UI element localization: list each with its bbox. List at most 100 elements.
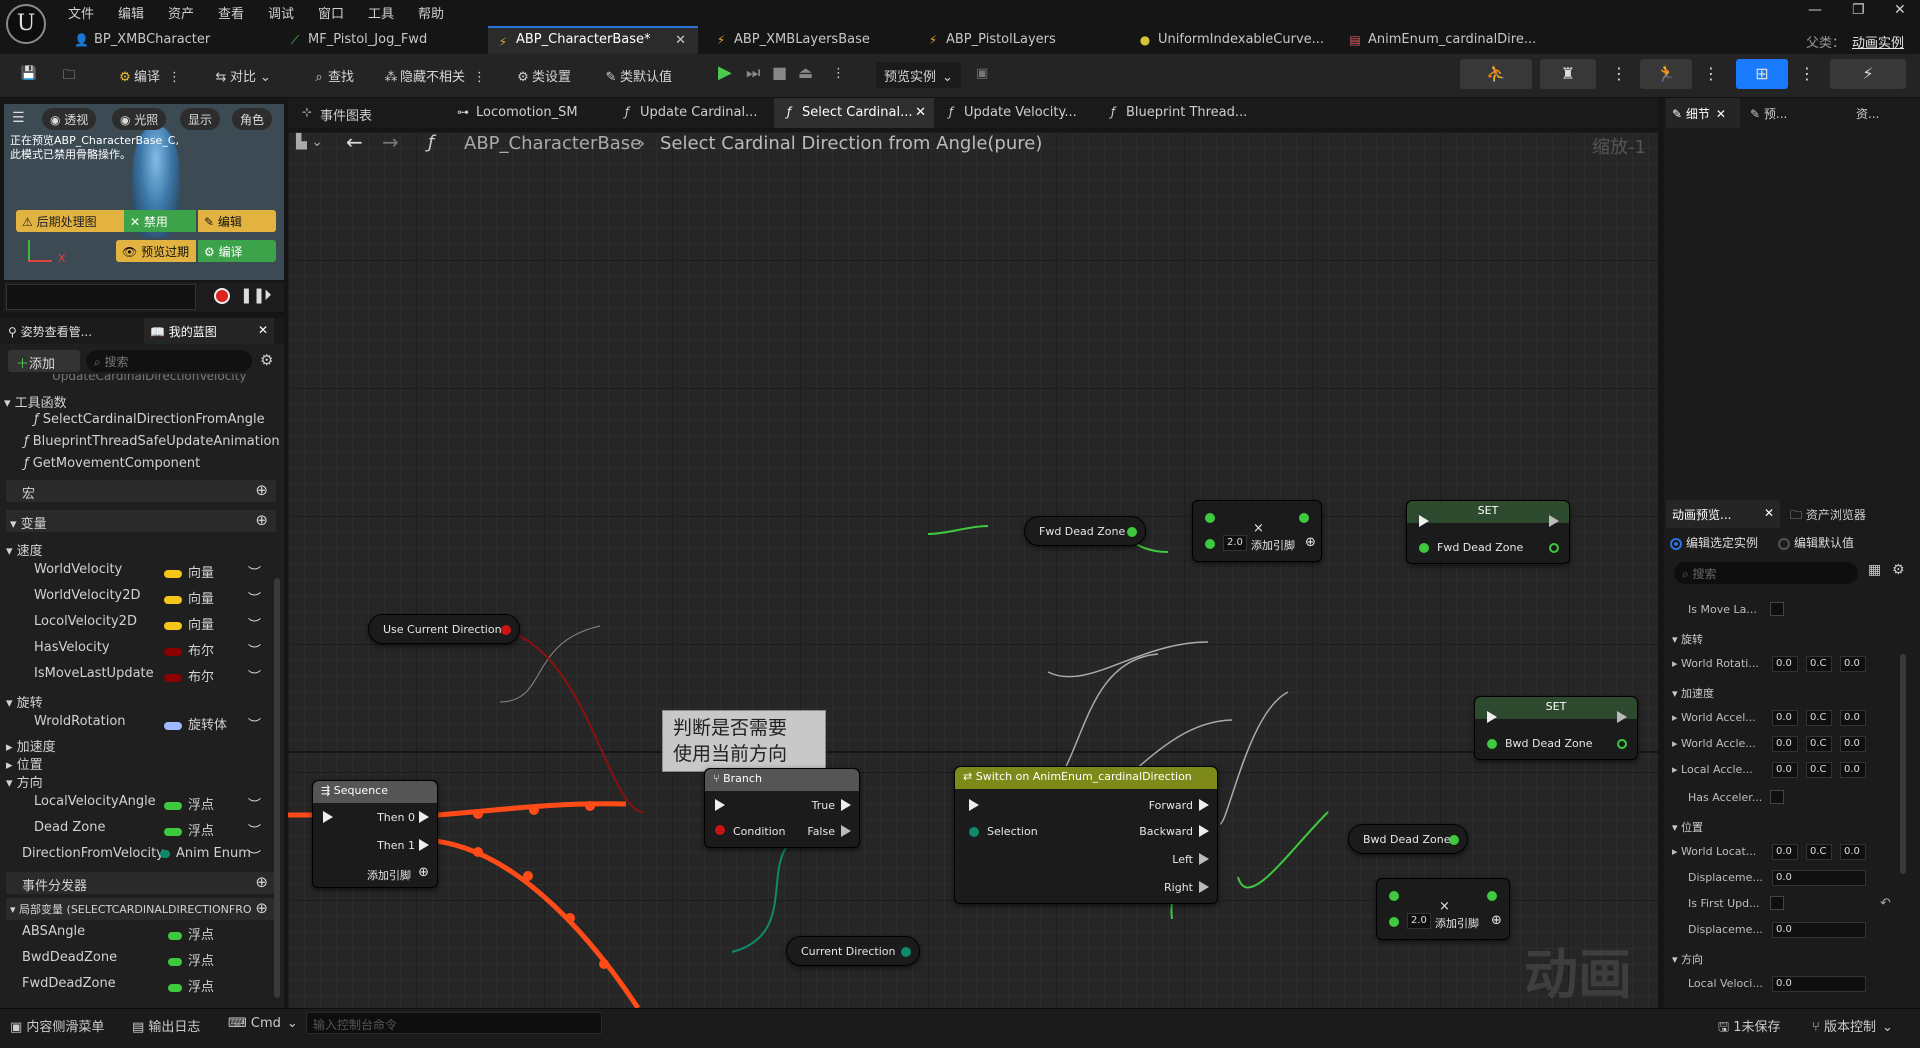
add-button[interactable]: ＋添加	[8, 350, 80, 372]
category-rotation[interactable]: ▾ 旋转	[6, 692, 276, 714]
accel2d-y-input[interactable]: 0.C	[1806, 736, 1832, 752]
left-panel-scrollbar[interactable]	[274, 578, 280, 998]
output-log-button[interactable]: ▤ 输出日志	[132, 1016, 200, 1035]
blueprint-search-input[interactable]: ⌕ 搜索	[86, 350, 252, 372]
category-acceleration[interactable]: ▾ 加速度	[1664, 682, 1904, 704]
float-input-pin[interactable]	[1389, 917, 1399, 927]
doc-tab-abp-characterbase[interactable]: ⚡ ABP_CharacterBase* ✕	[488, 26, 698, 54]
tab-update-cardinal[interactable]: ƒ Update Cardinal...	[612, 98, 767, 128]
close-tab-icon[interactable]: ✕	[675, 33, 686, 48]
character-button[interactable]: 角色	[232, 108, 273, 130]
local-accel-y-input[interactable]: 0.C	[1806, 762, 1832, 778]
radio-edit-selected[interactable]: 编辑选定实例	[1670, 534, 1758, 551]
exec-input-pin[interactable]	[323, 811, 333, 823]
play-button[interactable]: ▶	[710, 62, 740, 88]
postprocess-chip[interactable]: ⚠ 后期处理图	[16, 210, 124, 232]
forward-pin[interactable]	[1199, 799, 1209, 811]
reset-arrow-icon[interactable]: ↶	[1880, 896, 1891, 911]
menu-view[interactable]: 查看	[218, 3, 244, 22]
menu-tools[interactable]: 工具	[368, 3, 394, 22]
restore-icon[interactable]: ❐	[1852, 2, 1865, 18]
float-output-pin[interactable]	[1299, 513, 1309, 523]
skeleton-mode-button[interactable]: ⛹	[1460, 59, 1532, 89]
tab-anim-preview[interactable]: 动画预览... ✕	[1666, 500, 1780, 528]
comment-box[interactable]: 判断是否需要 使用当前方向	[662, 710, 826, 772]
multiply-node-fwd[interactable]: × 2.0 添加引脚 ⊕	[1192, 500, 1322, 562]
find-button[interactable]: ⌕ 查找	[302, 62, 362, 88]
compile-button[interactable]: ⚙ 编译 ⋮	[108, 62, 189, 88]
save-button[interactable]: 💾	[12, 62, 46, 88]
accel-x-input[interactable]: 0.0	[1772, 710, 1798, 726]
float-input-pin[interactable]	[1419, 543, 1429, 553]
true-pin[interactable]	[841, 799, 851, 811]
right-pin[interactable]	[1199, 881, 1209, 893]
breadcrumb-root[interactable]: ABP_CharacterBase	[464, 133, 641, 154]
current-direction-node[interactable]: Current Direction	[786, 936, 920, 966]
menu-help[interactable]: 帮助	[418, 3, 444, 22]
menu-edit[interactable]: 编辑	[118, 3, 144, 22]
add-pin-icon[interactable]: ⊕	[418, 865, 429, 880]
tab-pose-watch[interactable]: ⚲ 姿势查看管...	[8, 323, 92, 340]
event-dispatchers-header[interactable]: 事件分发器 ⊕	[6, 872, 276, 894]
eye-toggle-icon[interactable]: ︶	[248, 714, 261, 733]
more-icon[interactable]: ⋮	[824, 62, 853, 88]
float-output-pin[interactable]	[1127, 527, 1137, 537]
local-velocity-input[interactable]: 0.0	[1772, 976, 1866, 992]
more-icon[interactable]: ⋮	[168, 70, 181, 85]
left-pin[interactable]	[1199, 853, 1209, 865]
table-view-icon[interactable]: ▦	[1868, 562, 1881, 578]
float-output-pin[interactable]	[1487, 891, 1497, 901]
float-input-pin[interactable]	[1487, 739, 1497, 749]
more-icon[interactable]: ⋮	[1792, 59, 1822, 89]
gear-icon[interactable]: ⚙	[1892, 562, 1905, 578]
multiplier-input[interactable]: 2.0	[1407, 913, 1431, 929]
function-item[interactable]: ƒ SelectCardinalDirectionFromAngle	[34, 412, 284, 434]
rotation-y-input[interactable]: 0.C	[1806, 656, 1832, 672]
show-button[interactable]: 显示	[180, 108, 221, 130]
content-drawer-button[interactable]: ▣ 内容侧滑菜单	[10, 1016, 104, 1035]
functions-header[interactable]: ▾ 工具函数	[4, 392, 274, 414]
float-output-pin[interactable]	[1549, 543, 1559, 553]
local-variables-header[interactable]: ▾ 局部变量 (SELECTCARDINALDIRECTIONFRO ⊕	[6, 898, 276, 920]
eye-toggle-icon[interactable]: ︶	[248, 640, 261, 659]
disable-button[interactable]: ✕ 禁用	[124, 210, 196, 232]
physics-mode-button[interactable]: ⚡	[1830, 59, 1906, 89]
blueprint-mode-button[interactable]: ⊞	[1736, 59, 1788, 89]
eye-toggle-icon[interactable]: ︶	[248, 794, 261, 813]
step-forward-icon[interactable]: ⏵	[264, 286, 272, 304]
record-icon[interactable]	[214, 288, 230, 304]
rotation-z-input[interactable]: 0.0	[1840, 656, 1866, 672]
is-first-update-checkbox[interactable]	[1770, 896, 1784, 910]
accel-y-input[interactable]: 0.C	[1806, 710, 1832, 726]
branch-node[interactable]: ⑂ Branch Condition True False	[704, 768, 860, 848]
float-output-pin[interactable]	[1449, 835, 1459, 845]
float-input-pin[interactable]	[1389, 891, 1399, 901]
multiplier-input[interactable]: 2.0	[1223, 535, 1247, 551]
preview-viewport[interactable]: ☰ ◉ 透视 ◉ 光照 显示 角色 正在预览ABP_CharacterBase_…	[4, 104, 284, 280]
tab-details[interactable]: ✎ 细节 ✕	[1666, 98, 1740, 128]
doc-tab-animenum[interactable]: ▤ AnimEnum_cardinalDire...	[1340, 26, 1548, 54]
eye-toggle-icon[interactable]: ︶	[248, 820, 261, 839]
details-search-input[interactable]: ⌕ 搜索	[1674, 562, 1858, 584]
unsaved-indicator[interactable]: 🖫 1未保存	[1718, 1016, 1781, 1040]
bookmark-icon[interactable]: ▙ ⌄	[296, 134, 323, 150]
tab-asset-browser[interactable]: 🗀 资产浏览器	[1790, 506, 1866, 527]
debug-object-icon[interactable]: ▣	[968, 62, 996, 88]
float-input-pin[interactable]	[1205, 539, 1215, 549]
close-tab-icon[interactable]: ✕	[1716, 107, 1726, 121]
tab-preview[interactable]: ✎ 预...	[1750, 105, 1787, 122]
exec-output-pin[interactable]	[1617, 711, 1627, 723]
accel2d-z-input[interactable]: 0.0	[1840, 736, 1866, 752]
float-input-pin[interactable]	[1205, 513, 1215, 523]
unreal-logo-icon[interactable]: U	[6, 4, 46, 44]
add-pin-label[interactable]: 添加引脚	[1251, 537, 1295, 553]
tab-select-cardinal[interactable]: ƒ Select Cardinal... ✕	[774, 98, 934, 128]
add-dispatcher-icon[interactable]: ⊕	[255, 873, 268, 891]
menu-window[interactable]: 窗口	[318, 3, 344, 22]
category-velocity[interactable]: ▾ 速度	[6, 540, 276, 562]
tab-locomotion-sm[interactable]: ⊶ Locomotion_SM	[448, 98, 588, 128]
close-tab-icon[interactable]: ✕	[258, 323, 268, 337]
eye-toggle-icon[interactable]: ︶	[248, 588, 261, 607]
fwd-dead-zone-get-node[interactable]: Fwd Dead Zone	[1024, 516, 1146, 546]
close-tab-icon[interactable]: ✕	[915, 105, 926, 120]
